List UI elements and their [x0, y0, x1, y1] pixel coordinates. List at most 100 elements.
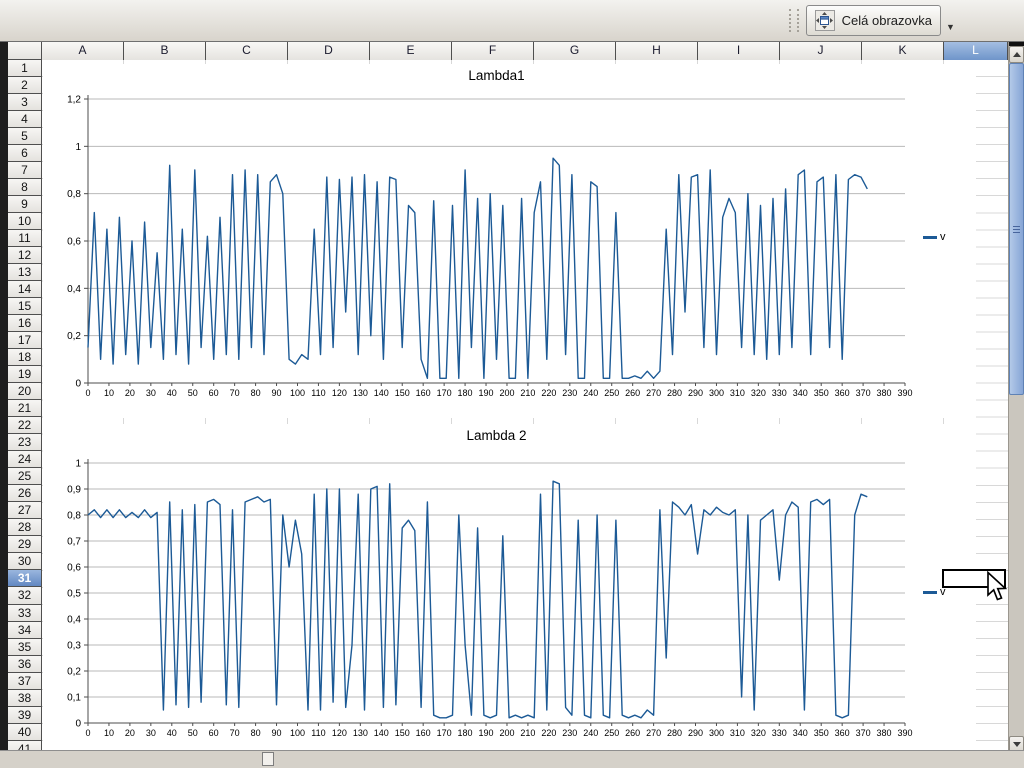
- column-header-G[interactable]: G: [534, 42, 616, 60]
- row-header-22[interactable]: 22: [8, 417, 41, 434]
- row-header-21[interactable]: 21: [8, 400, 41, 417]
- legend-line-sample: [923, 591, 937, 594]
- chart-lambda1[interactable]: 1,210,80,60,40,2001020304050607080901001…: [43, 64, 976, 418]
- row-header-12[interactable]: 12: [8, 247, 41, 264]
- toolbar-grip-handle[interactable]: [789, 9, 799, 32]
- chart-lambda2[interactable]: 10,90,80,70,60,50,40,30,20,1001020304050…: [43, 424, 976, 750]
- svg-text:190: 190: [479, 388, 494, 398]
- row-header-34[interactable]: 34: [8, 622, 41, 639]
- svg-text:1: 1: [75, 142, 81, 153]
- chart-lambda1-plot: 1,210,80,60,40,2001020304050607080901001…: [43, 64, 976, 418]
- row-header-40[interactable]: 40: [8, 724, 41, 741]
- row-header-20[interactable]: 20: [8, 383, 41, 400]
- svg-text:0,2: 0,2: [67, 667, 81, 678]
- svg-text:0,7: 0,7: [67, 537, 81, 548]
- selected-cell-L31[interactable]: [942, 569, 1006, 588]
- sheet-tab-bar: [0, 750, 1024, 768]
- row-header-11[interactable]: 11: [8, 230, 41, 247]
- row-header-25[interactable]: 25: [8, 468, 41, 485]
- svg-text:0: 0: [85, 388, 90, 398]
- svg-text:230: 230: [562, 388, 577, 398]
- row-header-41[interactable]: 41: [8, 741, 41, 750]
- column-header-A[interactable]: A: [42, 42, 124, 60]
- row-header-32[interactable]: 32: [8, 587, 41, 604]
- column-header-K[interactable]: K: [862, 42, 944, 60]
- svg-text:110: 110: [311, 388, 325, 398]
- column-header-I[interactable]: I: [698, 42, 780, 60]
- window-left-edge: [0, 42, 8, 750]
- svg-text:320: 320: [751, 728, 766, 738]
- row-header-9[interactable]: 9: [8, 196, 41, 213]
- column-header-E[interactable]: E: [370, 42, 452, 60]
- spreadsheet-application-window: Celá obrazovka ▼ ABCDEFGHIJKL 1234567891…: [0, 0, 1024, 768]
- row-header-1[interactable]: 1: [8, 60, 41, 77]
- toolbar-chevron-down-icon[interactable]: ▼: [944, 20, 957, 34]
- svg-text:70: 70: [230, 728, 240, 738]
- row-header-13[interactable]: 13: [8, 264, 41, 281]
- svg-text:330: 330: [772, 728, 787, 738]
- row-header-17[interactable]: 17: [8, 332, 41, 349]
- column-header-H[interactable]: H: [616, 42, 698, 60]
- row-header-28[interactable]: 28: [8, 519, 41, 536]
- fullscreen-toggle-button[interactable]: Celá obrazovka: [806, 5, 941, 36]
- row-header-36[interactable]: 36: [8, 656, 41, 673]
- row-header-16[interactable]: 16: [8, 315, 41, 332]
- svg-text:0,1: 0,1: [67, 693, 81, 704]
- svg-text:100: 100: [290, 728, 305, 738]
- row-header-31[interactable]: 31: [8, 570, 41, 587]
- row-header-5[interactable]: 5: [8, 128, 41, 145]
- fullscreen-icon: [815, 10, 835, 31]
- svg-text:170: 170: [437, 388, 452, 398]
- svg-text:0: 0: [85, 728, 90, 738]
- row-header-39[interactable]: 39: [8, 707, 41, 724]
- svg-text:30: 30: [146, 388, 156, 398]
- row-header-37[interactable]: 37: [8, 673, 41, 690]
- row-header-23[interactable]: 23: [8, 434, 41, 451]
- svg-text:150: 150: [395, 388, 410, 398]
- tab-scrollbar-splitter[interactable]: [262, 752, 274, 766]
- row-header-29[interactable]: 29: [8, 536, 41, 553]
- row-header-8[interactable]: 8: [8, 179, 41, 196]
- row-header-33[interactable]: 33: [8, 605, 41, 622]
- row-header-2[interactable]: 2: [8, 77, 41, 94]
- row-header-3[interactable]: 3: [8, 94, 41, 111]
- row-header-30[interactable]: 30: [8, 553, 41, 570]
- svg-text:340: 340: [793, 388, 808, 398]
- row-header-7[interactable]: 7: [8, 162, 41, 179]
- svg-text:230: 230: [562, 728, 577, 738]
- svg-text:30: 30: [146, 728, 156, 738]
- row-header-27[interactable]: 27: [8, 502, 41, 519]
- svg-text:0,4: 0,4: [67, 284, 81, 295]
- svg-text:150: 150: [395, 728, 410, 738]
- row-header-24[interactable]: 24: [8, 451, 41, 468]
- svg-text:0,8: 0,8: [67, 511, 81, 522]
- row-header-35[interactable]: 35: [8, 639, 41, 656]
- svg-text:370: 370: [856, 388, 871, 398]
- row-header-38[interactable]: 38: [8, 690, 41, 707]
- row-header-19[interactable]: 19: [8, 366, 41, 383]
- svg-text:90: 90: [272, 728, 282, 738]
- column-header-J[interactable]: J: [780, 42, 862, 60]
- column-header-C[interactable]: C: [206, 42, 288, 60]
- row-header-4[interactable]: 4: [8, 111, 41, 128]
- column-header-F[interactable]: F: [452, 42, 534, 60]
- svg-text:0,6: 0,6: [67, 237, 81, 248]
- svg-text:390: 390: [897, 388, 912, 398]
- column-header-D[interactable]: D: [288, 42, 370, 60]
- row-header-18[interactable]: 18: [8, 349, 41, 366]
- svg-text:300: 300: [709, 388, 724, 398]
- row-header-10[interactable]: 10: [8, 213, 41, 230]
- column-header-B[interactable]: B: [124, 42, 206, 60]
- column-header-L[interactable]: L: [944, 42, 1008, 60]
- legend-series-label: v: [940, 231, 946, 243]
- scroll-up-button[interactable]: [1009, 46, 1024, 63]
- row-header-14[interactable]: 14: [8, 281, 41, 298]
- svg-text:280: 280: [667, 728, 682, 738]
- row-header-15[interactable]: 15: [8, 298, 41, 315]
- vertical-scrollbar[interactable]: [1008, 42, 1024, 750]
- row-header-26[interactable]: 26: [8, 485, 41, 502]
- row-header-6[interactable]: 6: [8, 145, 41, 162]
- svg-text:140: 140: [374, 728, 389, 738]
- vertical-scrollbar-thumb[interactable]: [1009, 63, 1024, 395]
- select-all-corner[interactable]: [8, 42, 42, 60]
